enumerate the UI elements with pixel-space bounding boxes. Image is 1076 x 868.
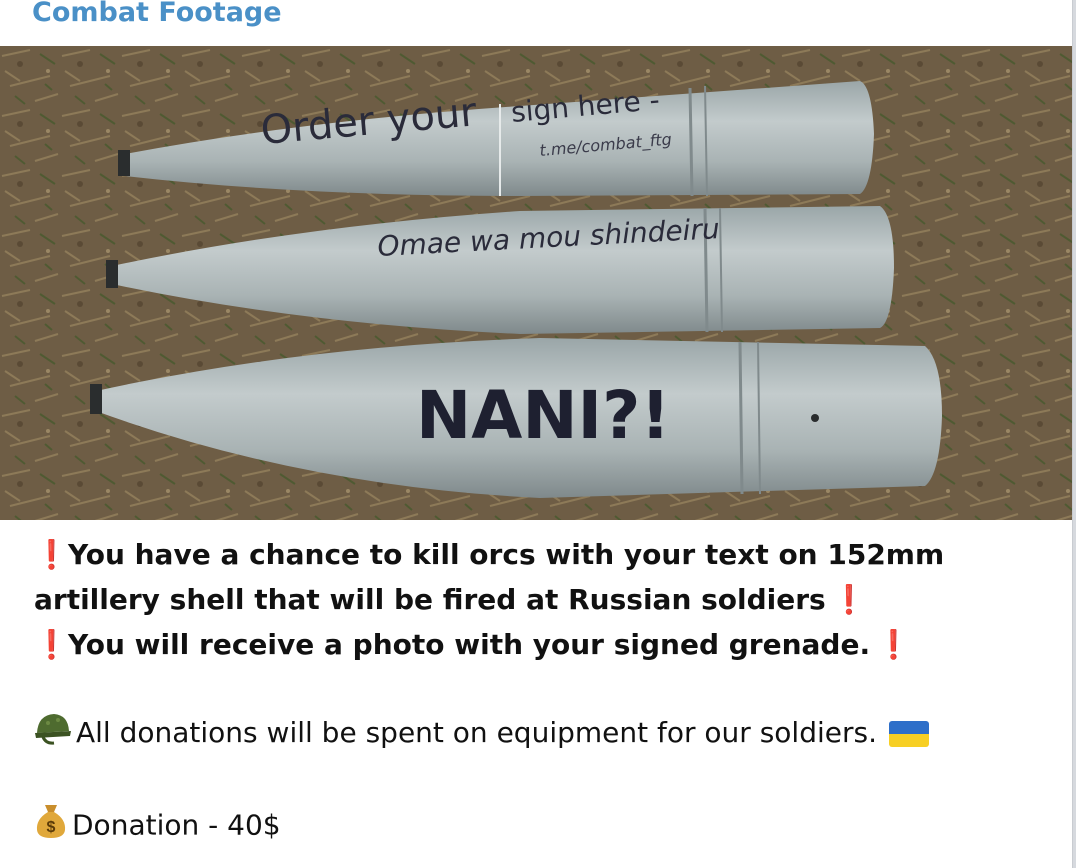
shell-text-nani: NANI?!: [416, 377, 671, 454]
money-bag-icon: $: [34, 801, 68, 852]
ukraine-flag-icon: [888, 721, 929, 747]
message-line-4: All donations will be spent on equipment…: [34, 710, 1044, 758]
military-helmet-icon: [34, 711, 72, 758]
message-text: ❗You have a chance to kill orcs with you…: [34, 532, 1044, 852]
message-bubble: Combat Footage Order your sign here - t.…: [0, 0, 1073, 868]
message-line-3: ❗You will receive a photo with your sign…: [34, 622, 1044, 667]
exclamation-icon: ❗: [876, 628, 911, 661]
message-line-5: $ Donation - 40$: [34, 801, 1044, 852]
channel-name[interactable]: Combat Footage: [32, 0, 282, 30]
message-line-1: ❗You have a chance to kill orcs with you…: [34, 532, 1044, 577]
message-photo[interactable]: Order your sign here - t.me/combat_ftg O…: [0, 46, 1072, 520]
svg-text:$: $: [47, 819, 56, 836]
exclamation-icon: ❗: [34, 628, 69, 661]
exclamation-icon: ❗: [34, 538, 69, 571]
message-line-2: artillery shell that will be fired at Ru…: [34, 577, 1044, 622]
exclamation-icon: ❗: [831, 583, 867, 616]
